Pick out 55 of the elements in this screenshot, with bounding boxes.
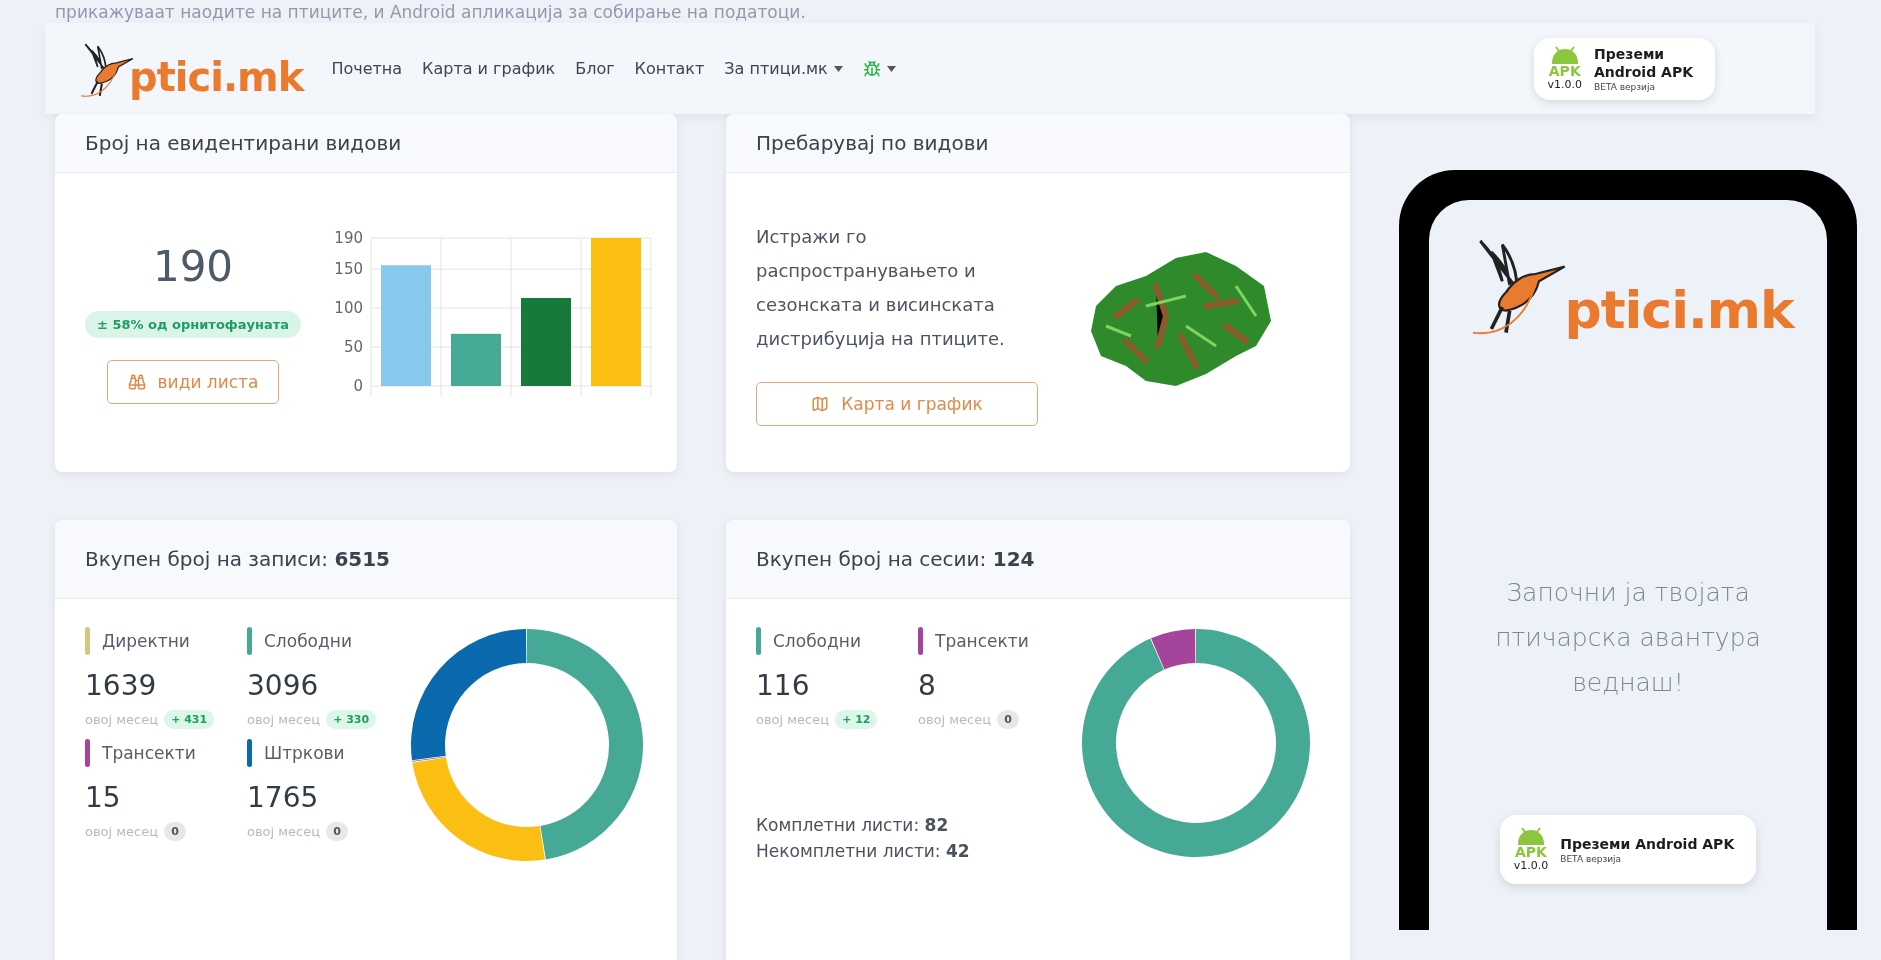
caret-icon (886, 65, 896, 72)
stat-value: 1639 (85, 669, 158, 702)
change-badge: 0 (997, 710, 1019, 729)
list-count-text: Некомплетни листи: 42 (756, 841, 971, 861)
card-title: Вкупен број на записи: 6515 (55, 520, 677, 599)
nav-link[interactable]: Контакт (634, 59, 705, 78)
nav-link[interactable]: За птици.мк (724, 59, 843, 78)
axis-tick-label: 100 (334, 298, 364, 317)
stat-label: Штркови (264, 743, 345, 763)
stat-value: 3096 (247, 669, 320, 702)
stat-label: Слободни (773, 631, 861, 651)
species-count: 190 (152, 241, 234, 291)
change-badge: + 330 (326, 710, 377, 729)
card-title: Број на евидентирани видови (55, 114, 677, 173)
binoculars-icon (127, 372, 146, 391)
percentage-badge: ± 58% од орнитофауната (85, 310, 302, 338)
period-label: овој месец (85, 824, 159, 839)
stat-value: 8 (918, 669, 937, 702)
axis-tick-label: 150 (334, 259, 364, 278)
stat-value: 116 (756, 669, 811, 702)
change-badge: + 431 (164, 710, 215, 729)
period-label: овој месец (247, 712, 321, 727)
logo-text: ptici.mk (1564, 280, 1794, 340)
apk-download-button[interactable]: APK v1.0.0 Преземи Android APK BETA верзија (1533, 37, 1715, 100)
stat-value: 1765 (247, 781, 320, 814)
chart-bar (451, 333, 502, 386)
nav-link[interactable]: Блог (575, 59, 615, 78)
stat-label: Слободни (264, 631, 352, 651)
bug-icon (862, 59, 881, 78)
android-icon (1549, 46, 1580, 64)
period-label: овој месец (918, 712, 992, 727)
stat-label: Трансекти (935, 631, 1029, 651)
list-count-text: Комплетни листи: 82 (756, 815, 950, 835)
map-icon (811, 394, 830, 413)
bug-menu[interactable] (862, 59, 896, 78)
card-title: Вкупен број на сесии: 124 (726, 520, 1350, 599)
nav-link[interactable]: Карта и график (422, 59, 556, 78)
android-icon (1516, 827, 1546, 845)
tagline-text: Започни ја твојата птичарска авантура веднаш! (1494, 577, 1762, 699)
axis-tick-label: 190 (334, 228, 364, 247)
axis-tick-label: 50 (343, 337, 364, 356)
change-badge: + 12 (835, 710, 878, 729)
stat-label: Директни (102, 631, 190, 651)
intro-text: прикажуваат наодите на птиците, и Android апликација за собирање на податоци. (54, 1, 807, 23)
period-label: овој месец (756, 712, 830, 727)
change-badge: 0 (326, 822, 348, 841)
period-label: овој месец (85, 712, 159, 727)
nav-link[interactable]: Почетна (331, 59, 403, 78)
stat-label: Трансекти (102, 743, 196, 763)
description-text: Истражи го распространувањето и сезонската и висинската дистрибуција на птиците. (756, 224, 1006, 351)
change-badge: 0 (164, 822, 186, 841)
axis-tick-label: 0 (353, 376, 364, 395)
period-label: овој месец (247, 824, 321, 839)
stat-value: 15 (85, 781, 122, 814)
card-title: Пребарувај по видови (726, 114, 1350, 173)
